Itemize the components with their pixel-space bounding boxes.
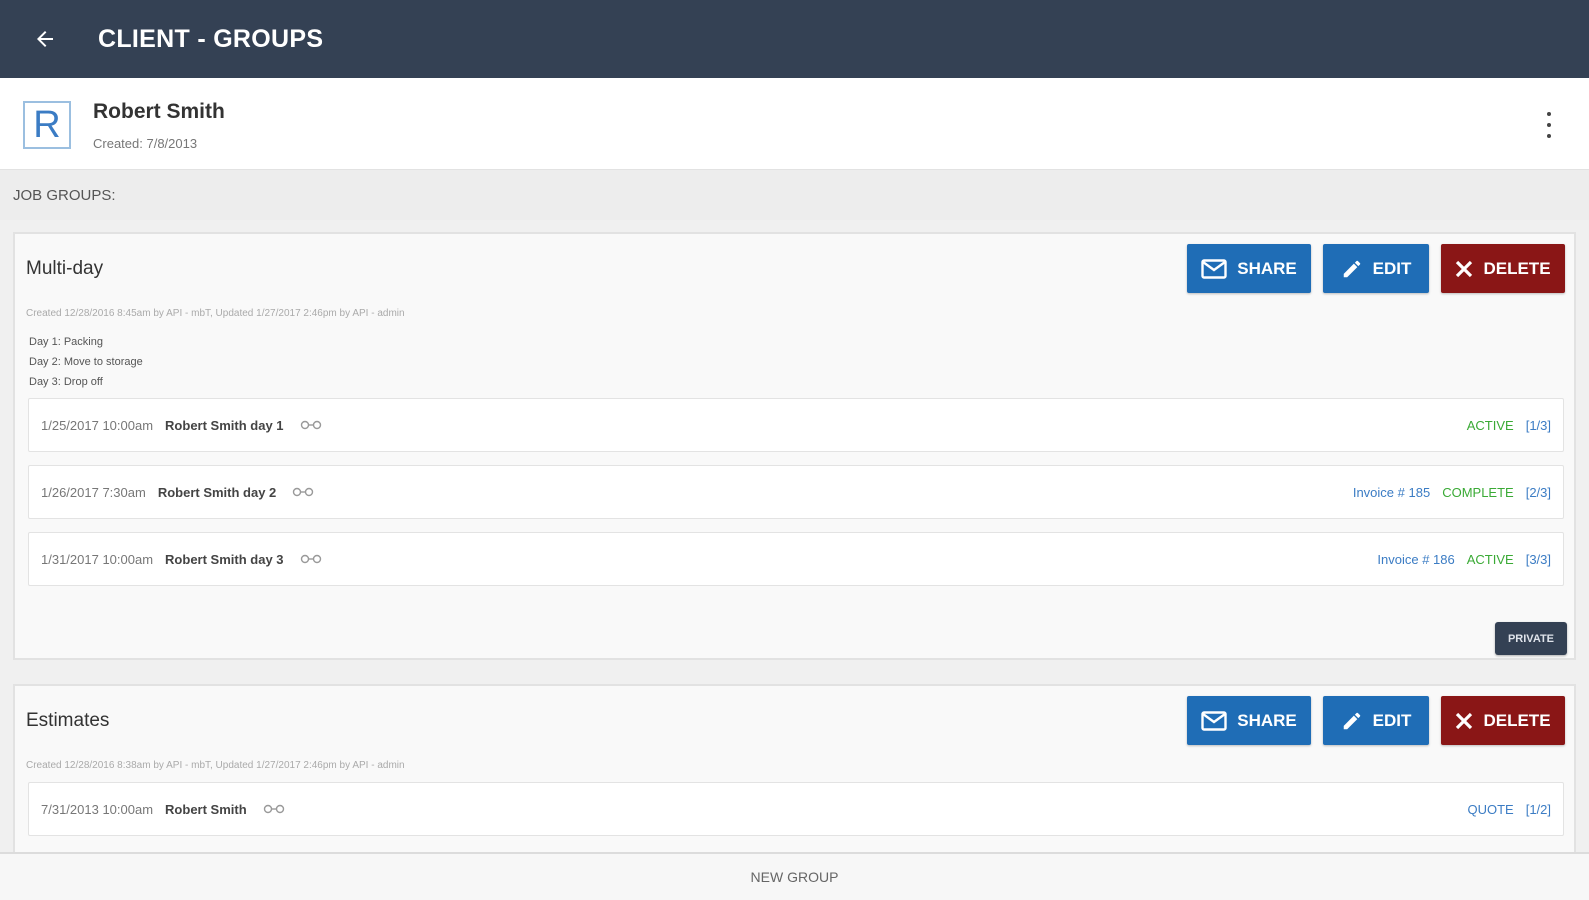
groups-list[interactable]: Multi-day SHARE EDIT DELETE Created 12/2…: [0, 220, 1589, 852]
edit-button[interactable]: EDIT: [1323, 696, 1429, 745]
job-row[interactable]: 7/31/2013 10:00am Robert Smith QUOTE [1/…: [28, 782, 1564, 836]
mail-icon: [1201, 258, 1227, 279]
link-icon: [300, 554, 322, 564]
link-icon: [263, 804, 285, 814]
mail-icon: [1201, 710, 1227, 731]
group-meta: Created 12/28/2016 8:45am by API - mbT, …: [26, 308, 405, 319]
status-badge: ACTIVE: [1466, 417, 1514, 433]
close-icon: [1456, 712, 1473, 729]
job-name: Robert Smith: [165, 801, 247, 817]
job-count: [2/3]: [1525, 484, 1551, 500]
description-line: Day 3: Drop off: [29, 376, 103, 388]
app-bar: CLIENT - GROUPS: [0, 0, 1589, 78]
group-meta: Created 12/28/2016 8:38am by API - mbT, …: [26, 760, 405, 771]
link-icon: [292, 487, 314, 497]
group-description: Day 1: Packing Day 2: Move to storage Da…: [29, 332, 143, 392]
status-badge: ACTIVE: [1466, 551, 1514, 567]
job-name: Robert Smith day 3: [165, 551, 284, 567]
share-button[interactable]: SHARE: [1187, 244, 1311, 293]
job-name: Robert Smith day 1: [165, 417, 284, 433]
delete-button[interactable]: DELETE: [1441, 244, 1565, 293]
private-badge: PRIVATE: [1495, 622, 1567, 655]
back-button[interactable]: [22, 16, 68, 62]
job-row[interactable]: 1/31/2017 10:00am Robert Smith day 3 Inv…: [28, 532, 1564, 586]
job-count: [3/3]: [1525, 551, 1551, 567]
link-icon: [300, 420, 322, 430]
client-header: R Robert Smith Created: 7/8/2013: [0, 78, 1589, 170]
new-group-button[interactable]: NEW GROUP: [0, 852, 1589, 900]
share-button[interactable]: SHARE: [1187, 696, 1311, 745]
job-date: 1/25/2017 10:00am: [41, 417, 154, 433]
group-card: Multi-day SHARE EDIT DELETE Created 12/2…: [13, 232, 1576, 660]
description-line: Day 1: Packing: [29, 336, 103, 348]
group-title: Multi-day: [26, 258, 104, 279]
job-groups-label: JOB GROUPS:: [0, 170, 1589, 220]
group-title: Estimates: [26, 710, 110, 731]
job-count: [1/2]: [1525, 801, 1551, 817]
more-vertical-icon: [1547, 112, 1551, 116]
job-count: [1/3]: [1525, 417, 1551, 433]
group-card: Estimates SHARE EDIT DELETE Created 12/2…: [13, 684, 1576, 852]
pencil-icon: [1343, 712, 1360, 729]
job-name: Robert Smith day 2: [157, 484, 277, 500]
description-line: Day 2: Move to storage: [29, 356, 143, 368]
pencil-icon: [1343, 260, 1360, 277]
job-row[interactable]: 1/26/2017 7:30am Robert Smith day 2 Invo…: [28, 465, 1564, 519]
client-name: Robert Smith: [93, 100, 225, 123]
page-title: CLIENT - GROUPS: [98, 24, 324, 53]
status-badge: COMPLETE: [1442, 484, 1514, 500]
close-icon: [1456, 260, 1473, 277]
job-date: 1/26/2017 7:30am: [41, 484, 146, 500]
job-date: 1/31/2017 10:00am: [41, 551, 154, 567]
client-created-date: Created: 7/8/2013: [93, 136, 198, 151]
job-invoice[interactable]: Invoice # 186: [1377, 552, 1454, 567]
avatar: R: [23, 101, 71, 149]
arrow-left-icon: [37, 31, 53, 47]
job-date: 7/31/2013 10:00am: [41, 801, 154, 817]
job-invoice[interactable]: Invoice # 185: [1353, 485, 1430, 500]
more-options-button[interactable]: [1539, 112, 1559, 138]
edit-button[interactable]: EDIT: [1323, 244, 1429, 293]
status-badge: QUOTE: [1467, 801, 1514, 817]
delete-button[interactable]: DELETE: [1441, 696, 1565, 745]
job-row[interactable]: 1/25/2017 10:00am Robert Smith day 1 ACT…: [28, 398, 1564, 452]
